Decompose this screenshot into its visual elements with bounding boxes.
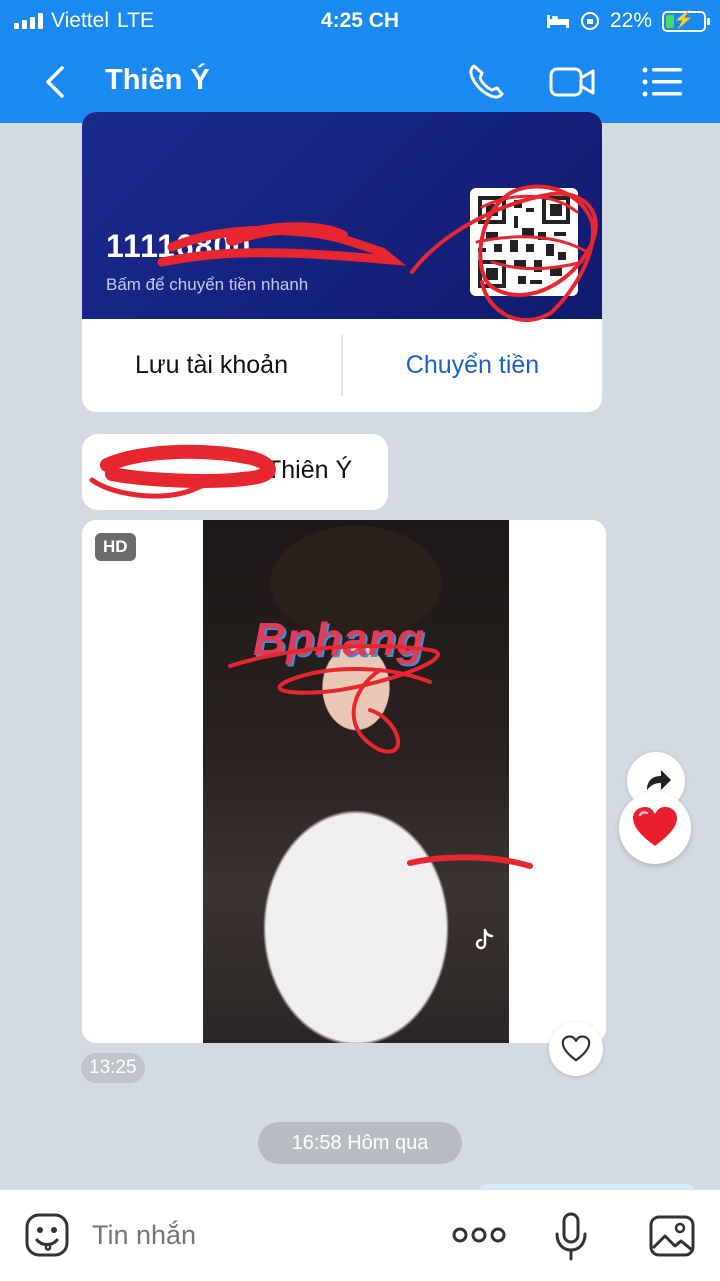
- menu-icon[interactable]: [640, 60, 688, 104]
- heart-icon: [633, 807, 677, 846]
- message-input[interactable]: [92, 1220, 432, 1251]
- transfer-money-button[interactable]: Chuyển tiền: [343, 319, 602, 412]
- reaction-button[interactable]: [619, 792, 691, 864]
- date-separator: 16:58 Hôm qua: [258, 1122, 462, 1164]
- back-icon[interactable]: [36, 60, 76, 104]
- message-timestamp: 13:25: [81, 1053, 145, 1083]
- status-bar: Viettel LTE 4:25 CH 22% ⚡: [0, 0, 720, 42]
- contact-name[interactable]: Thiên Ý: [105, 64, 210, 97]
- account-number: 11116800: [106, 228, 252, 264]
- battery-percent: 22%: [609, 9, 652, 32]
- battery-icon: ⚡: [662, 9, 710, 32]
- like-icon: [561, 1035, 591, 1062]
- sticker-icon[interactable]: [24, 1212, 70, 1258]
- message-text: Thiên Ý: [266, 456, 353, 484]
- video-call-icon[interactable]: [548, 60, 596, 104]
- hd-badge: HD: [95, 533, 136, 561]
- charging-bolt-icon: ⚡: [673, 9, 695, 29]
- chat-header: Thiên Ý: [0, 42, 720, 123]
- tiktok-logo-icon: [475, 928, 494, 950]
- photo-message[interactable]: Bphang HD: [82, 520, 606, 1043]
- top-bar: Viettel LTE 4:25 CH 22% ⚡ Thiên Ý: [0, 0, 720, 123]
- mic-icon[interactable]: [553, 1212, 589, 1262]
- phone-icon[interactable]: [462, 60, 510, 104]
- photo-watermark: Bphang: [253, 613, 425, 665]
- status-right: 22% ⚡: [546, 9, 710, 33]
- bank-card-banner[interactable]: 11116800 Bấm để chuyển tiền nhanh: [82, 112, 602, 319]
- shared-photo[interactable]: Bphang: [203, 520, 509, 1043]
- quick-transfer-hint: Bấm để chuyển tiền nhanh: [106, 275, 309, 294]
- save-account-button[interactable]: Lưu tài khoản: [82, 319, 341, 412]
- orientation-lock-icon: [580, 12, 599, 30]
- like-button[interactable]: [549, 1022, 603, 1076]
- qr-code-pattern: [478, 196, 570, 288]
- bed-icon: [546, 15, 569, 28]
- qr-code[interactable]: [470, 188, 578, 296]
- message-composer: [0, 1189, 720, 1281]
- gallery-icon[interactable]: [648, 1214, 696, 1258]
- bank-card-actions: Lưu tài khoản Chuyển tiền: [82, 319, 602, 412]
- more-icon[interactable]: [452, 1218, 506, 1252]
- bank-account-card[interactable]: 11116800 Bấm để chuyển tiền nhanh Lưu tà…: [82, 112, 602, 412]
- text-message-bubble[interactable]: Thiên Ý: [82, 434, 388, 510]
